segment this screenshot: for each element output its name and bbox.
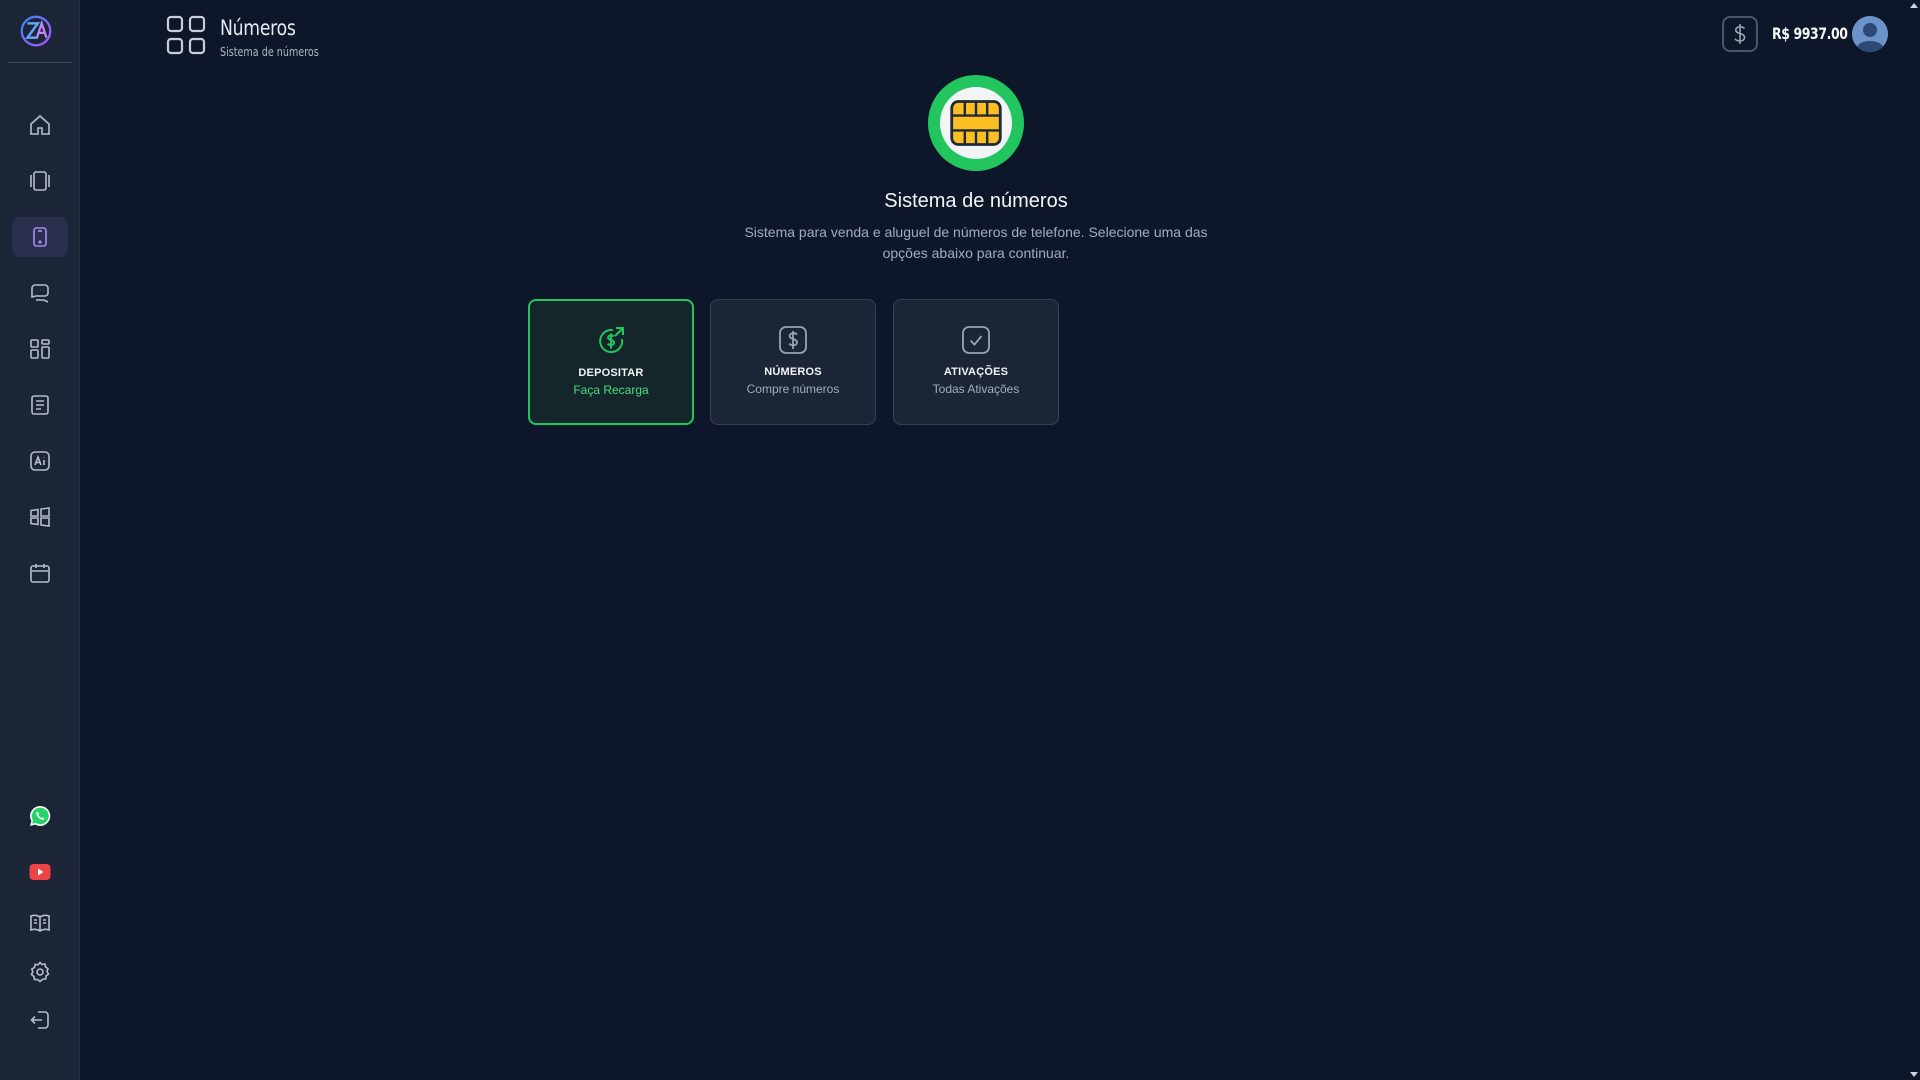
- scroll-up-arrow[interactable]: [1910, 3, 1918, 8]
- logout-icon: [30, 1011, 49, 1029]
- sidebar-item-ai[interactable]: [12, 441, 68, 481]
- numbers-card[interactable]: NÚMEROS Compre números: [710, 299, 876, 425]
- balance-button[interactable]: [1722, 16, 1758, 52]
- settings-icon: [30, 961, 50, 983]
- dollar-icon: [779, 326, 807, 354]
- sidebar-item-settings[interactable]: [12, 952, 68, 992]
- deposit-card[interactable]: DEPOSITAR Faça Recarga: [528, 299, 694, 425]
- dollar-refresh-icon: [599, 327, 624, 354]
- chat-icon: [31, 284, 49, 303]
- windows-icon: [30, 507, 50, 527]
- phone-icon: [33, 227, 47, 247]
- youtube-icon: [29, 864, 51, 880]
- book-icon: [30, 914, 50, 932]
- sidebar-item-chat[interactable]: [12, 273, 68, 313]
- scroll-down-arrow[interactable]: [1910, 1072, 1918, 1077]
- check-icon: [962, 326, 990, 354]
- balance-value: R$ 9937.00: [1772, 24, 1848, 43]
- page-subtitle: Sistema de números: [220, 45, 319, 59]
- logo-divider: [8, 62, 72, 63]
- document-icon: [31, 395, 49, 415]
- sim-card-badge: [928, 75, 1024, 171]
- ai-icon: [30, 451, 50, 471]
- sim-chip-icon: [950, 100, 1002, 146]
- home-icon: [30, 114, 50, 135]
- sidebar-item-docs[interactable]: [12, 903, 68, 943]
- grid-icon: [30, 339, 50, 359]
- user-avatar[interactable]: [1852, 16, 1888, 52]
- page-grid-icon: [165, 14, 207, 56]
- sidebar-item-logout[interactable]: [12, 1000, 68, 1040]
- dollar-icon: [1734, 24, 1746, 44]
- card-label: ATIVAÇÕES: [943, 366, 1009, 378]
- page-title: Números: [220, 16, 296, 40]
- calendar-icon: [30, 564, 50, 583]
- sidebar-item-whatsapp[interactable]: [12, 796, 68, 836]
- card-label: DEPOSITAR: [578, 367, 644, 379]
- card-subtitle: Faça Recarga: [573, 383, 649, 397]
- card-subtitle: Todas Ativações: [932, 382, 1020, 396]
- sidebar-item-grid[interactable]: [12, 329, 68, 369]
- sidebar-item-calendar[interactable]: [12, 553, 68, 593]
- sidebar-item-home[interactable]: [12, 105, 68, 145]
- brand-logo[interactable]: [17, 12, 55, 50]
- sidebar-item-youtube[interactable]: [12, 852, 68, 892]
- hero-description: Sistema para venda e aluguel de números …: [744, 224, 1208, 261]
- sidebar-item-windows[interactable]: [12, 497, 68, 537]
- hero-title: Sistema de números: [884, 190, 1068, 212]
- user-icon: [1852, 16, 1888, 52]
- card-subtitle: Compre números: [746, 382, 840, 396]
- sidebar: [0, 0, 80, 1080]
- card-label: NÚMEROS: [764, 366, 822, 378]
- activations-card[interactable]: ATIVAÇÕES Todas Ativações: [893, 299, 1059, 425]
- sidebar-item-documents[interactable]: [12, 385, 68, 425]
- whatsapp-icon: [30, 805, 51, 826]
- sidebar-item-numbers[interactable]: [12, 217, 68, 257]
